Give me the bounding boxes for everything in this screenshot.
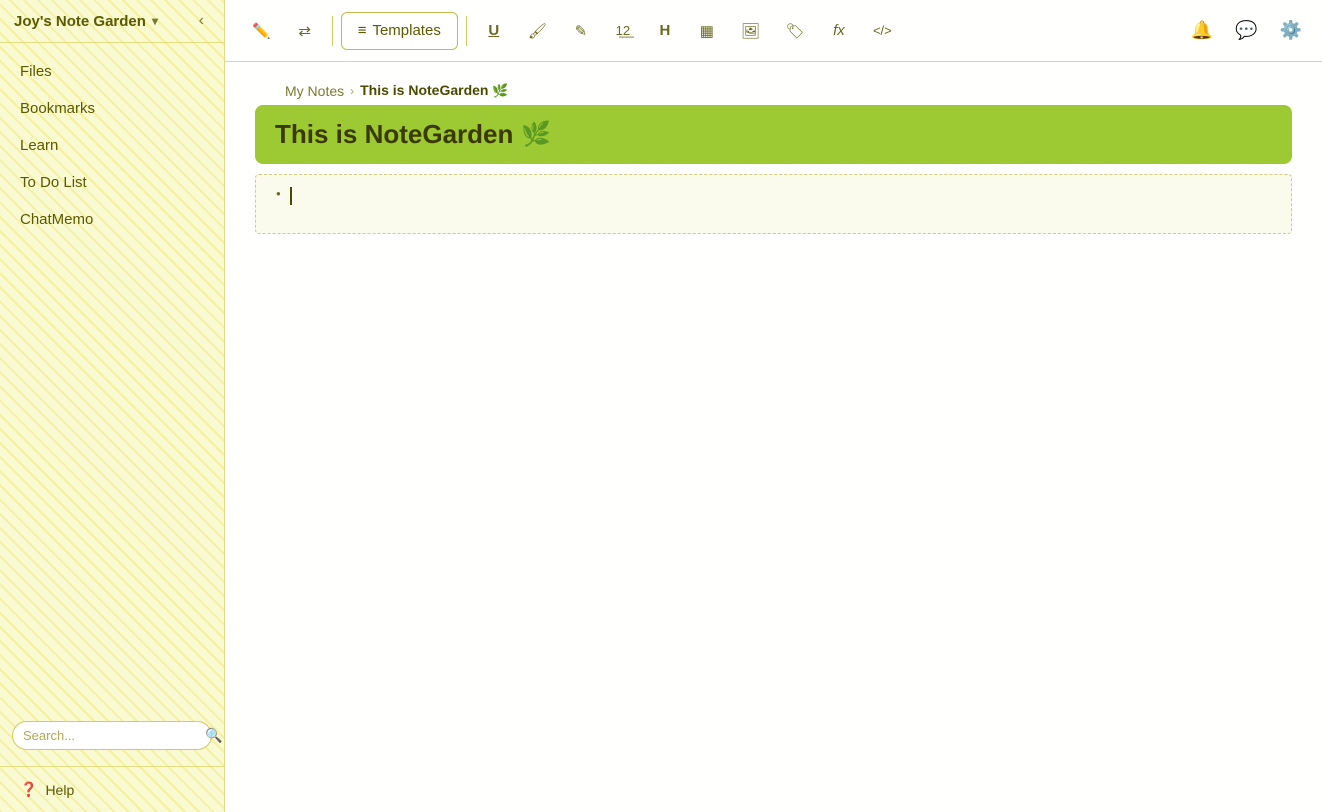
list-button[interactable]: 1̲2̲ — [604, 12, 642, 50]
sidebar-item-label: To Do List — [20, 174, 87, 191]
app-name: Joy's Note Garden ▾ — [14, 13, 158, 30]
search-input[interactable] — [23, 728, 199, 743]
settings-button[interactable]: ⚙️ — [1276, 16, 1306, 45]
note-title-text: This is NoteGarden — [275, 119, 513, 150]
note-title-bar: This is NoteGarden 🌿 — [255, 105, 1292, 164]
topbar: ✏️ ⇄ ≡ Templates U 🖌 ✎ 1̲2̲ — [225, 0, 1322, 62]
sidebar-item-chatmemo[interactable]: ChatMemo — [0, 201, 224, 238]
editor-area[interactable]: My Notes › This is NoteGarden 🌿 This is … — [225, 62, 1322, 812]
help-label: Help — [45, 782, 74, 798]
help-circle-icon: ❓ — [20, 781, 37, 798]
formula-icon: fx — [833, 22, 845, 39]
pen-tool-button[interactable]: ✏️ — [241, 12, 282, 50]
bullet-dot: ● — [276, 189, 281, 198]
underline-button[interactable]: U — [475, 12, 513, 50]
toolbar-divider-2 — [466, 16, 467, 46]
sidebar-item-label: ChatMemo — [20, 211, 93, 228]
text-cursor — [290, 187, 292, 205]
breadcrumb-parent[interactable]: My Notes — [285, 83, 344, 99]
arrows-tool-button[interactable]: ⇄ — [286, 12, 324, 50]
breadcrumb-current: This is NoteGarden 🌿 — [360, 82, 508, 99]
sidebar-item-label: Learn — [20, 137, 58, 154]
editor-content[interactable]: ● — [255, 174, 1292, 234]
image-icon: 🖼 — [741, 22, 760, 40]
sidebar-header: Joy's Note Garden ▾ ‹ — [0, 0, 224, 43]
toolbar-divider — [332, 16, 333, 46]
note-title-plant-icon: 🌿 — [521, 120, 551, 149]
templates-button[interactable]: ≡ Templates — [341, 12, 458, 50]
sidebar-footer: ❓ Help — [0, 766, 224, 812]
note-title: This is NoteGarden 🌿 — [275, 119, 551, 150]
sidebar-nav: Files Bookmarks Learn To Do List ChatMem… — [0, 43, 224, 713]
breadcrumb-plant-icon: 🌿 — [492, 83, 508, 98]
image-button[interactable]: 🖼 — [730, 12, 771, 50]
pen-icon: ✏️ — [252, 22, 271, 40]
list-icon: 1̲2̲ — [616, 23, 630, 38]
search-icon: 🔍 — [205, 727, 222, 744]
table-icon: ▦ — [700, 22, 714, 40]
main-area: ✏️ ⇄ ≡ Templates U 🖌 ✎ 1̲2̲ — [225, 0, 1322, 812]
sidebar-search-container: 🔍 — [12, 721, 212, 750]
breadcrumb-current-text: This is NoteGarden — [360, 82, 488, 98]
code-icon: </> — [873, 23, 892, 38]
gear-icon: ⚙️ — [1280, 20, 1302, 41]
sidebar-collapse-button[interactable]: ‹ — [193, 10, 210, 32]
notifications-button[interactable]: 🔔 — [1187, 16, 1217, 45]
tag-icon: 🏷 — [786, 22, 805, 40]
toolbar: ✏️ ⇄ ≡ Templates U 🖌 ✎ 1̲2̲ — [241, 12, 903, 50]
templates-label: Templates — [372, 22, 440, 39]
sidebar: Joy's Note Garden ▾ ‹ Files Bookmarks Le… — [0, 0, 225, 812]
tag-button[interactable]: 🏷 — [775, 12, 816, 50]
chat-icon: 💬 — [1235, 20, 1257, 41]
heading-button[interactable]: H — [646, 12, 684, 50]
underline-icon: U — [488, 22, 499, 39]
table-button[interactable]: ▦ — [688, 12, 726, 50]
formula-button[interactable]: fx — [820, 12, 858, 50]
sidebar-item-files[interactable]: Files — [0, 53, 224, 90]
app-name-text: Joy's Note Garden — [14, 13, 146, 30]
topbar-right-icons: 🔔 💬 ⚙️ — [1187, 16, 1306, 45]
editor-cursor-container — [289, 187, 292, 205]
bell-icon: 🔔 — [1191, 20, 1213, 41]
highlight-icon: 🖌 — [528, 22, 547, 40]
templates-icon: ≡ — [358, 22, 367, 39]
sidebar-item-label: Bookmarks — [20, 100, 95, 117]
collapse-icon: ‹ — [199, 12, 204, 29]
editor-bullet-item: ● — [276, 187, 1271, 205]
dropdown-icon: ▾ — [152, 14, 158, 28]
chat-button[interactable]: 💬 — [1231, 16, 1261, 45]
sidebar-item-todo[interactable]: To Do List — [0, 164, 224, 201]
sidebar-item-learn[interactable]: Learn — [0, 127, 224, 164]
breadcrumb: My Notes › This is NoteGarden 🌿 — [255, 72, 1292, 105]
code-button[interactable]: </> — [862, 12, 903, 50]
arrows-icon: ⇄ — [298, 22, 311, 40]
sidebar-item-bookmarks[interactable]: Bookmarks — [0, 90, 224, 127]
highlight-button[interactable]: 🖌 — [517, 12, 558, 50]
heading-icon: H — [659, 22, 670, 39]
breadcrumb-separator: › — [350, 84, 354, 98]
edit-icon: ✎ — [575, 22, 588, 40]
edit-button[interactable]: ✎ — [562, 12, 600, 50]
help-button[interactable]: ❓ Help — [20, 781, 204, 798]
sidebar-item-label: Files — [20, 63, 52, 80]
